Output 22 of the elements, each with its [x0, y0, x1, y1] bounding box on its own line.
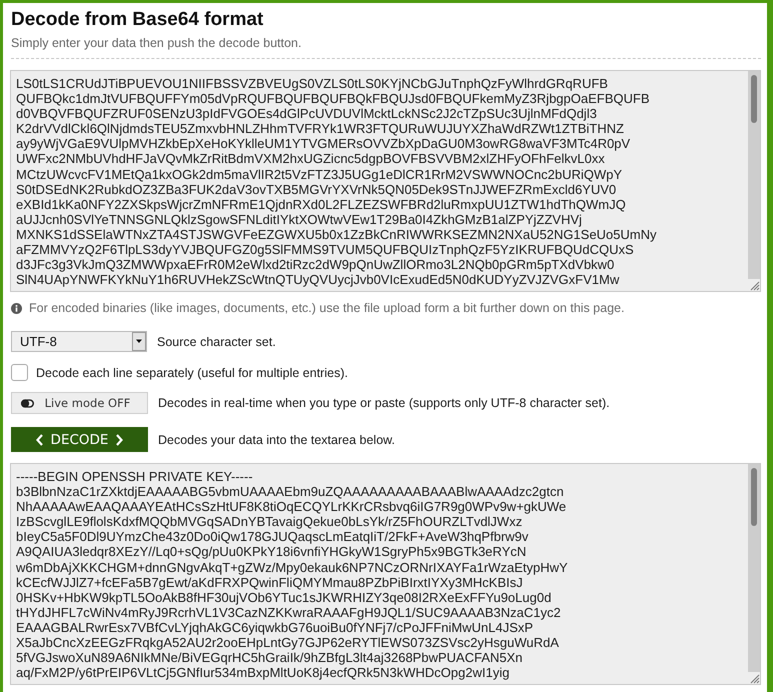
live-mode-button[interactable]: Live mode OFF: [11, 392, 148, 414]
scrollbar-thumb[interactable]: [751, 75, 757, 123]
encoded-input-field[interactable]: LS0tLS1CRUdJTiBPUEVOU1NIIFBSSVZBVEUgS0VZLS0tLS0KYjNCbGJuTnphQzFyWlhrdGRqRUFB QUFBQkc1dmJtVUFBQUFFYm05dVpRQUFBQUFBQUFBQkFBQUJsd0FBQUFkemMyZ3RjbgpOaEFBQUFB d0VBQVFBQUFZRUF0SENzU3pIdFVGOEs4dGlPcUVDUVlMcktLckNSc2J2cTZpSUc3UjlnMFdQdjl3 K2drVVdlCkl6QlNjdmdsTEU5ZmxvbHNLZHhmTVFRYk1WR3FTQURuWUJUYXZhaWdRZWt1ZTBiTHNZ ay9yWjVGaE9VUlpMVHZkbEpXeHoKYklleUM1YTVGMERsOVVZbXpDaGU0M3owRG8waVF3MTc4R0pV UWFxc2NMbUVhdHFJaVQvMkZrRitBdmVXM2hxUGZicnc5dgpBOVFBSVVBM2xlZHFyOFhFelkvL0xx MCtzUWcvcFV1MEtQa1kxOGk2dm5maVlIR2t5VzFTZ3J5UGg1eDlCR1RrM2VSWWNOCnc2bURiQWpY S0tDSEdNK2RubkdOZ3ZBa3FUK2daV3ovTXB5MGVrYXVrNk5QN05Dek9STnJJWEFZRmExcld6YUV0 eXBId1kKa0NFY2ZXSkpsWjcrZmNFRmE1QjdnRXd0L2FLZEZSWFBRd2luRmxpUU1ZTW1hdThQWmJQ aUJJcnh0SVlYeTNNSGNLQklzSgowSFNLditIYktXOWtwVEw1T29Ba0I4ZkhGMzB1alZPYjZZVHVj MXNKS1dSSElaWTNxZTA4STJSWGVFeEZGWXU5b0x1ZzBkCnRIWWRKSEZMN2NXaU52NG1SeUo5UmNy aFZMMVYzQ2F6TlpLS3dyYVJBQUFGZ0g5SlFMMS9TVUM5QUFBQUIzTnphQzF5YzIKRUFBQUdCQUxS d3JFc3g3VkJmQ3ZMWWpxaEFrR0M2eWlxd2tiRzc2dW9pQnUwZllORmo3L2NQb0pGRm5pTXdVbkw0 SlN4UApYNWFKYkNuY1h6RUVHekZScWtnQTUyQVUycjJvb0VIcExudEd5N0dKUDYyZVJZVGxFV1Mw: [10, 70, 761, 292]
scrollbar[interactable]: [748, 464, 760, 672]
resize-grip-icon[interactable]: [748, 672, 760, 684]
chevron-left-icon: [36, 434, 43, 446]
scrollbar-thumb[interactable]: [751, 468, 757, 526]
resize-grip-icon[interactable]: [748, 279, 760, 291]
scrollbar[interactable]: [748, 71, 760, 279]
chevron-right-icon: [116, 434, 124, 446]
page-subtitle: Simply enter your data then push the decode button.: [11, 35, 302, 51]
info-note: For encoded binaries (like images, documents, etc.) use the file upload form a bit further down on this page.: [29, 300, 624, 316]
live-mode-description: Decodes in real-time when you type or paste (supports only UTF-8 character set).: [158, 395, 610, 411]
decoded-output-field[interactable]: -----BEGIN OPENSSH PRIVATE KEY----- b3BlbnNzaC1rZXktdjEAAAAABG5vbmUAAAAEbm9uZQAAAAAAAAABAAABlwAAAAdzc2gtcn NhAAAAAwEAAQAAAYEAtHCsSzHtUF8K8tiOqECQYLrKKrCRsbvq6iIG7R9g0WPv9w+gkUWe IzBScvglLE9flolsKdxfMQQbMVGqSADnYBTavaigQekue0bLsYk/rZ5FhOURZLTvdlJWxz bIeyC5a5F0Dl9UYmzChe43z0Do0iQw178GJUQaqscLmEatqIiT/2FkF+AveW3hqPfbrw9v A9QAIUA3ledqr8XEzY//Lq0+sQg/pUu0KPkY18i6vnfiYHGkyW1SgryPh5x9BGTk3eRYcN w6mDbAjXKKCHGM+dnnGNgvAkqT+gZWz/Mpy0ekauk6NP7NCzORNrIXAYFa1rWzaEtypHwY kCEcfWJJlZ7+fcEFa5B7gEwt/aKdFRXPQwinFliQMYMmau8PZbPiBIrxtIYXy3MHcKBIsJ 0HSKv+HbKW9kpTL5OoAkB8fHF30ujVOb6YTuc1sJKWRHIZY3qe08I2RXeExFFYu9oLug0d tHYdJHFL7cWiNv4mRyJ9RcrhVL1V3CazNZKKwraRAAAFgH9JQL1/SUC9AAAAB3NzaC1yc2 EAAAGBALRwrEsx7VBfCvLYjqhAkGC6yiqwkbG76uoiBu0fYNFj7/cPoJFFniMwUnL4JSxP X5aJbCncXzEEGzFRqkgA52AU2r2ooEHpLntGy7GJP62eRYTlEWS073ZSVsc2yHsguWuRdA 5fVGJswoXuN89A6NIkMNe/BiVEGqrHC5hGraiIk/9hZBfgL3lt4aj3268PbwPUACFAN5Xn aq/FxM2P/y6tPrEIP6VLtCj5GNfIur534mBxpMltUoK8j4ecfQRk5N3kWHDcOpg2wI1yig: [10, 463, 761, 685]
page-title: Decode from Base64 format: [10, 9, 264, 31]
select-description: Source character set.: [157, 334, 276, 350]
charset-select[interactable]: UTF-8: [11, 331, 147, 352]
decode-button[interactable]: DECODE: [11, 427, 148, 452]
decode-description: Decodes your data into the textarea below.: [158, 432, 395, 448]
info-icon: [11, 302, 22, 314]
checkbox[interactable]: [11, 364, 28, 381]
checkbox-label[interactable]: Decode each line separately (useful for multiple entries).: [36, 364, 348, 380]
